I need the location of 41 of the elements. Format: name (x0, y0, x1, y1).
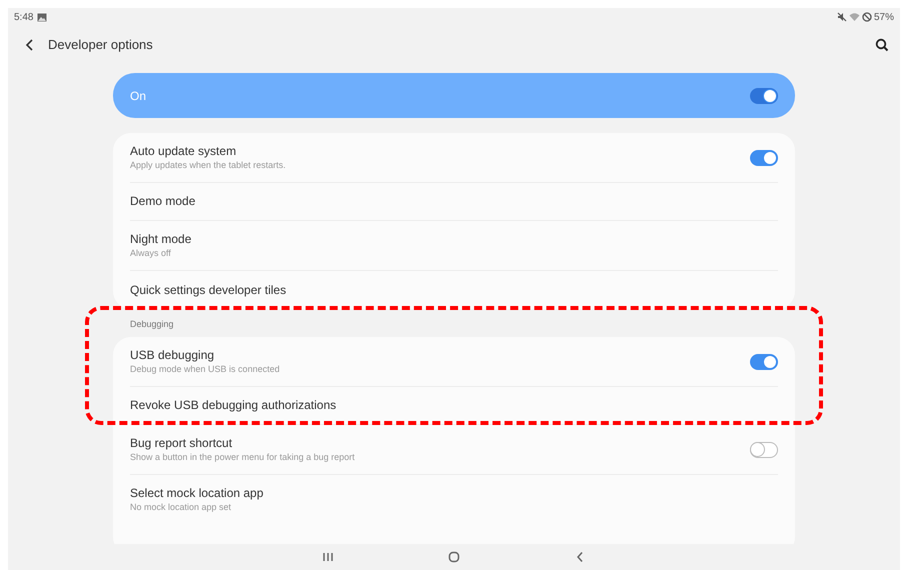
master-switch-label: On (130, 88, 148, 104)
mute-icon (836, 12, 847, 22)
toggle-switch[interactable] (750, 150, 778, 166)
toggle-switch[interactable] (750, 88, 778, 104)
row-subtitle: No mock location app set (130, 501, 232, 514)
settings-row[interactable]: Auto update system Apply updates when the tablet restarts. (130, 133, 778, 183)
battery-percent: 57% (874, 10, 894, 24)
settings-row[interactable]: Select mock location app No mock location app set (130, 475, 778, 525)
section-header: Debugging (130, 318, 174, 332)
row-title: Bug report shortcut (130, 436, 234, 450)
settings-row[interactable]: Quick settings developer tiles (130, 271, 778, 309)
row-title: USB debugging (130, 348, 216, 362)
status-time: 5:48 (14, 10, 34, 24)
settings-row[interactable]: Demo mode (130, 183, 778, 221)
settings-row[interactable]: Bug report shortcut Show a button in the power menu for taking a bug report (130, 425, 778, 475)
toggle-switch[interactable] (750, 354, 778, 370)
image-icon (37, 12, 48, 22)
row-title: Auto update system (130, 144, 238, 158)
row-title: Select mock location app (130, 486, 264, 501)
search-icon (875, 38, 889, 52)
row-title: Night mode (130, 232, 192, 246)
row-title: Quick settings developer tiles (130, 282, 288, 298)
settings-row[interactable]: Revoke USB debugging authorizations (130, 387, 778, 425)
settings-row[interactable]: USB debugging Debug mode when USB is connected (130, 337, 778, 387)
wifi-icon (848, 12, 860, 22)
row-subtitle: Show a button in the power menu for taking a bug report (130, 450, 356, 464)
row-subtitle: Debug mode when USB is connected (130, 362, 281, 376)
back-icon (25, 38, 35, 52)
home-button[interactable] (447, 550, 461, 564)
row-title: Demo mode (130, 194, 196, 209)
toggle-switch[interactable] (750, 442, 778, 458)
home-icon (448, 551, 460, 563)
page-title: Developer options (48, 36, 153, 54)
recent-apps-icon (322, 552, 334, 562)
row-subtitle: Always off (130, 246, 172, 260)
row-subtitle: Apply updates when the tablet restarts. (130, 158, 287, 172)
do-not-disturb-icon (862, 12, 872, 22)
settings-row[interactable]: Night mode Always off (130, 221, 778, 271)
back-icon (576, 551, 584, 563)
row-title: Revoke USB debugging authorizations (130, 398, 338, 413)
recent-apps-button[interactable] (321, 550, 335, 564)
